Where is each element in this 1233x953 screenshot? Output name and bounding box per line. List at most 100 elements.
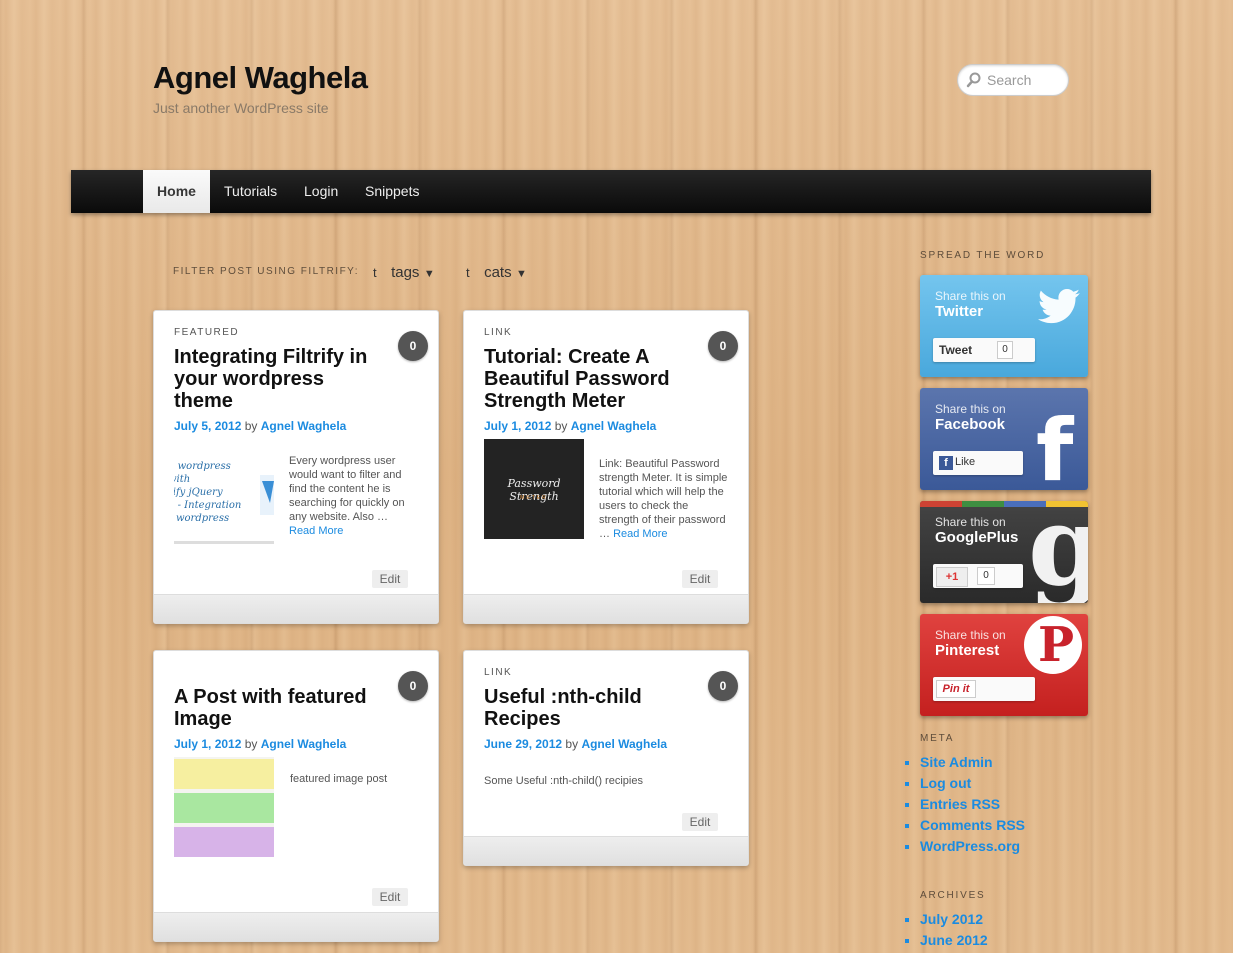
- site-description: Just another WordPress site: [153, 100, 329, 116]
- post-date[interactable]: July 1, 2012: [174, 737, 241, 751]
- share-line1: Share this on: [935, 628, 1006, 642]
- post-excerpt: Link: Beautiful Password strength Meter.…: [599, 457, 729, 541]
- post-author[interactable]: Agnel Waghela: [571, 419, 657, 433]
- post-author[interactable]: Agnel Waghela: [261, 737, 347, 751]
- share-line2: Pinterest: [935, 642, 1000, 659]
- post-author[interactable]: Agnel Waghela: [261, 419, 347, 433]
- post-date[interactable]: July 5, 2012: [174, 419, 241, 433]
- post-excerpt: Every wordpress user would want to filte…: [289, 454, 414, 538]
- post-meta: July 5, 2012 by Agnel Waghela: [174, 419, 346, 433]
- facebook-logo-icon: f: [1036, 401, 1074, 490]
- pinterest-logo-icon: P: [1024, 616, 1082, 674]
- post-by: by: [244, 419, 258, 433]
- card-footer: [154, 912, 438, 941]
- meta-link-comments-rss[interactable]: Comments RSS: [920, 815, 1025, 836]
- nav-item-snippets[interactable]: Snippets: [365, 170, 419, 213]
- post-date[interactable]: June 29, 2012: [484, 737, 562, 751]
- post-card: A Post with featured Image July 1, 2012 …: [153, 650, 439, 942]
- comment-count-badge[interactable]: 0: [398, 331, 428, 361]
- archive-link[interactable]: June 2012: [920, 930, 988, 951]
- post-title[interactable]: Useful :nth-child Recipes: [484, 686, 694, 730]
- post-thumbnail[interactable]: Password Strength METER: [484, 439, 584, 539]
- share-line1: Share this on: [935, 515, 1006, 529]
- post-excerpt: Some Useful :nth-child() recipies: [484, 775, 643, 787]
- share-line2: Twitter: [935, 303, 984, 320]
- meta-list: Site Admin Log out Entries RSS Comments …: [904, 752, 1025, 857]
- nav-item-login[interactable]: Login: [304, 170, 338, 213]
- card-footer: [154, 594, 438, 623]
- chevron-down-icon: ▼: [423, 268, 435, 280]
- search-box[interactable]: Search: [957, 64, 1069, 96]
- post-format-label: FEATURED: [174, 327, 240, 338]
- plusone-label: +1: [936, 567, 968, 587]
- archive-link[interactable]: July 2012: [920, 909, 988, 930]
- site-title[interactable]: Agnel Waghela: [153, 60, 368, 96]
- share-line1: Share this on: [935, 402, 1006, 416]
- edit-button[interactable]: Edit: [682, 813, 718, 831]
- post-thumbnail[interactable]: [174, 757, 274, 857]
- post-format-label: LINK: [484, 667, 513, 678]
- plusone-button[interactable]: +1 0: [933, 564, 1023, 588]
- post-title[interactable]: Tutorial: Create A Beautiful Password St…: [484, 346, 694, 412]
- post-title[interactable]: Integrating Filtrify in your wordpress t…: [174, 346, 384, 412]
- post-meta: June 29, 2012 by Agnel Waghela: [484, 737, 667, 751]
- post-date[interactable]: July 1, 2012: [484, 419, 551, 433]
- post-format-label: LINK: [484, 327, 513, 338]
- edit-button[interactable]: Edit: [372, 570, 408, 588]
- comment-count-badge[interactable]: 0: [708, 671, 738, 701]
- svg-text:n - Integration: n - Integration: [174, 500, 241, 511]
- meta-link-entries-rss[interactable]: Entries RSS: [920, 794, 1025, 815]
- read-more-link[interactable]: Read More: [613, 528, 667, 540]
- meta-link-log-out[interactable]: Log out: [920, 773, 1025, 794]
- facebook-small-icon: f: [939, 456, 953, 470]
- pinit-button[interactable]: Pin it: [933, 677, 1035, 701]
- plusone-count: 0: [977, 567, 995, 585]
- meta-link-wordpress-org[interactable]: WordPress.org: [920, 836, 1025, 857]
- post-thumbnail[interactable]: n wordpress with rify jQuery n - Integra…: [174, 451, 274, 544]
- google-g-icon: g: [1028, 501, 1088, 603]
- card-footer: [464, 594, 748, 623]
- share-googleplus[interactable]: Share this on GooglePlus g +1 0: [920, 501, 1088, 603]
- excerpt-text: Every wordpress user would want to filte…: [289, 455, 405, 523]
- like-label: Like: [955, 456, 976, 468]
- filter-tags-dropdown[interactable]: t tags ▼: [373, 264, 435, 282]
- green-note: [174, 793, 274, 823]
- post-by: by: [554, 419, 568, 433]
- edit-button[interactable]: Edit: [372, 888, 408, 906]
- post-by: by: [244, 737, 258, 751]
- edit-button[interactable]: Edit: [682, 570, 718, 588]
- search-input[interactable]: Search: [987, 72, 1031, 88]
- nav-item-home[interactable]: Home: [143, 170, 210, 213]
- tweet-label: Tweet: [939, 343, 973, 357]
- post-card: LINK Tutorial: Create A Beautiful Passwo…: [463, 310, 749, 624]
- post-author[interactable]: Agnel Waghela: [581, 737, 667, 751]
- filter-cats-dropdown[interactable]: t cats ▼: [466, 264, 527, 282]
- meta-link-site-admin[interactable]: Site Admin: [920, 752, 1025, 773]
- post-meta: July 1, 2012 by Agnel Waghela: [174, 737, 346, 751]
- pinit-label: Pin it: [936, 680, 976, 698]
- nav-item-tutorials[interactable]: Tutorials: [224, 170, 277, 213]
- share-line2: GooglePlus: [935, 529, 1019, 546]
- archives-widget-title: ARCHIVES: [920, 890, 986, 901]
- post-card: FEATURED Integrating Filtrify in your wo…: [153, 310, 439, 624]
- purple-note: [174, 827, 274, 857]
- svg-text:rify jQuery: rify jQuery: [174, 487, 223, 498]
- comment-count-badge[interactable]: 0: [398, 671, 428, 701]
- twitter-bird-icon: [1038, 289, 1080, 324]
- like-button[interactable]: f Like: [933, 451, 1023, 475]
- share-facebook[interactable]: Share this on Facebook f f Like: [920, 388, 1088, 490]
- read-more-link[interactable]: Read More: [289, 525, 343, 537]
- filter-cats-label: cats: [484, 264, 512, 281]
- archives-list: July 2012 June 2012: [904, 909, 988, 951]
- tweet-count: 0: [997, 341, 1013, 359]
- post-excerpt: featured image post: [290, 773, 388, 785]
- comment-count-badge[interactable]: 0: [708, 331, 738, 361]
- share-twitter[interactable]: Share this on Twitter Tweet 0: [920, 275, 1088, 377]
- svg-text:r wordpress: r wordpress: [174, 513, 229, 524]
- tweet-button[interactable]: Tweet 0: [933, 338, 1035, 362]
- post-title[interactable]: A Post with featured Image: [174, 686, 384, 730]
- post-card: LINK Useful :nth-child Recipes June 29, …: [463, 650, 749, 866]
- thumbnail-subtitle: METER: [520, 495, 548, 501]
- share-pinterest[interactable]: Share this on Pinterest P Pin it: [920, 614, 1088, 716]
- filter-tags-label: tags: [391, 264, 420, 281]
